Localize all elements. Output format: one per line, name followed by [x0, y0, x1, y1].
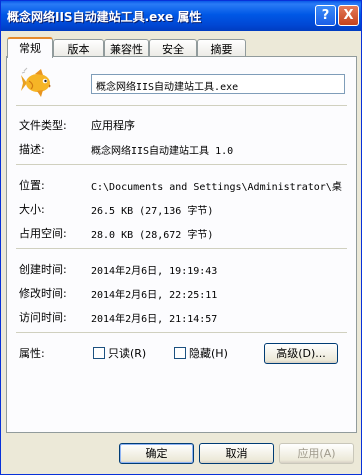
- location-label: 位置:: [19, 179, 45, 192]
- tab-compatibility[interactable]: 兼容性: [104, 39, 149, 56]
- tab-version[interactable]: 版本: [53, 39, 104, 56]
- modified-label: 修改时间:: [19, 287, 67, 300]
- description-label: 描述:: [19, 143, 45, 156]
- tab-security[interactable]: 安全: [149, 39, 197, 56]
- advanced-button[interactable]: 高级(D)...: [264, 343, 338, 364]
- properties-dialog: 概念网络IIS自动建站工具.exe 属性 ? X 常规 版本 兼容性 安全 摘要…: [0, 0, 362, 475]
- separator: [16, 105, 347, 106]
- readonly-checkbox[interactable]: [93, 347, 105, 359]
- cancel-button[interactable]: 取消: [199, 443, 274, 464]
- created-value: 2014年2月6日, 19:19:43: [91, 266, 218, 277]
- title-bar[interactable]: 概念网络IIS自动建站工具.exe 属性 ? X: [1, 1, 361, 31]
- size-value: 26.5 KB (27,136 字节): [91, 206, 214, 217]
- close-button[interactable]: X: [338, 5, 359, 26]
- hidden-label[interactable]: 隐藏(H): [189, 345, 228, 361]
- disk-size-value: 28.0 KB (28,672 字节): [91, 230, 214, 241]
- goldfish-icon: [21, 67, 51, 97]
- accessed-label: 访问时间:: [19, 311, 67, 324]
- apply-button[interactable]: 应用(A): [279, 443, 354, 464]
- size-label: 大小:: [19, 203, 45, 216]
- disk-size-label: 占用空间:: [19, 227, 67, 240]
- tab-general[interactable]: 常规: [7, 37, 53, 58]
- help-button[interactable]: ?: [315, 5, 336, 26]
- description-value: 概念网络IIS自动建站工具 1.0: [91, 146, 234, 157]
- location-value: C:\Documents and Settings\Administrator\…: [91, 182, 342, 193]
- file-type-value: 应用程序: [91, 119, 135, 132]
- file-name-value: 概念网络IIS自动建站工具.exe: [96, 82, 239, 93]
- created-label: 创建时间:: [19, 263, 67, 276]
- hidden-checkbox[interactable]: [174, 347, 186, 359]
- file-type-label: 文件类型:: [19, 119, 67, 132]
- general-panel: 概念网络IIS自动建站工具.exe 文件类型: 应用程序 描述: 概念网络IIS…: [6, 56, 357, 433]
- attributes-label: 属性:: [19, 347, 45, 360]
- file-name-field[interactable]: 概念网络IIS自动建站工具.exe: [91, 74, 345, 94]
- separator: [16, 164, 347, 165]
- modified-value: 2014年2月6日, 22:25:11: [91, 290, 218, 301]
- ok-button[interactable]: 确定: [119, 443, 194, 464]
- tab-summary[interactable]: 摘要: [197, 39, 246, 56]
- window-title: 概念网络IIS自动建站工具.exe 属性: [7, 10, 202, 24]
- accessed-value: 2014年2月6日, 21:14:57: [91, 314, 218, 325]
- separator: [16, 248, 347, 249]
- readonly-label[interactable]: 只读(R): [108, 345, 146, 361]
- separator: [16, 332, 347, 333]
